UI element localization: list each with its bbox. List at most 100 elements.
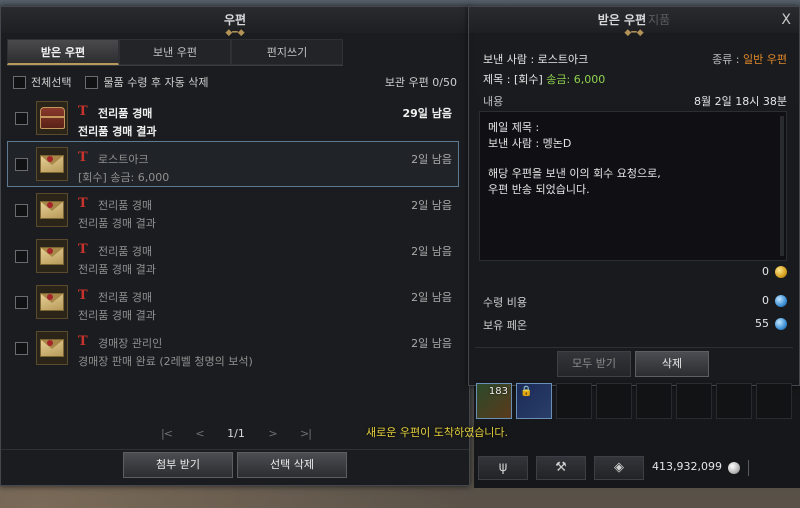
- mail-thumbnail: [36, 331, 68, 365]
- divider: [475, 347, 793, 348]
- tab-compose[interactable]: 편지쓰기: [231, 39, 343, 65]
- prev-page-button[interactable]: <: [195, 427, 204, 440]
- mail-remaining: 2일 남음: [411, 153, 452, 166]
- lostark-logo-icon: T: [78, 196, 88, 211]
- next-page-button[interactable]: >: [268, 427, 277, 440]
- pagination: |< < 1/1 > >|: [161, 425, 312, 441]
- delete-button[interactable]: 삭제: [635, 351, 709, 377]
- last-page-button[interactable]: >|: [300, 427, 312, 440]
- mail-row[interactable]: T 전리품 경매 전리품 경매 결과 29일 남음: [7, 95, 459, 141]
- detail-sender: 보낸 사람 : 로스트아크: [483, 53, 589, 66]
- chest-icon: [40, 107, 65, 129]
- mail-checkbox[interactable]: [15, 342, 28, 355]
- owned-pheon: 55: [755, 317, 769, 330]
- first-page-button[interactable]: |<: [161, 427, 173, 440]
- mail-checkbox[interactable]: [15, 112, 28, 125]
- mail-remaining: 2일 남음: [411, 337, 452, 350]
- mail-row[interactable]: T 전리품 경매 전리품 경매 결과 2일 남음: [7, 187, 459, 233]
- gold-coin-icon: [775, 266, 787, 278]
- detail-title: 받은 우편: [597, 13, 647, 27]
- select-all-checkbox[interactable]: [13, 75, 26, 89]
- seal-icon: [47, 248, 53, 254]
- received-date: 8월 2일 18시 38분: [694, 95, 787, 108]
- mail-type: 종류 : 일반 우편: [712, 51, 787, 67]
- subject-row: 제목 : [회수] 송금: 6,000: [483, 71, 787, 87]
- auto-delete-checkbox[interactable]: [85, 75, 99, 89]
- pheon-icon: [775, 318, 787, 330]
- silver-coin-icon: [728, 462, 740, 474]
- inventory-slot[interactable]: 🔒: [516, 383, 552, 419]
- inventory-slot[interactable]: [636, 383, 672, 419]
- mail-remaining: 29일 남음: [402, 107, 453, 120]
- silver-amount: 413,932,099: [652, 460, 722, 473]
- message-line: 해당 우편을 보낸 이의 회수 요청으로,: [488, 167, 661, 180]
- mail-checkbox[interactable]: [15, 250, 28, 263]
- mail-row[interactable]: T 전리품 경매 전리품 경매 결과 2일 남음: [7, 279, 459, 325]
- mail-remaining: 2일 남음: [411, 199, 452, 212]
- sender-row: 보낸 사람 : 로스트아크 종류 : 일반 우편: [483, 51, 787, 67]
- inventory-slot[interactable]: [756, 383, 792, 419]
- lock-icon: 🔒: [520, 386, 533, 397]
- inventory-slot[interactable]: [716, 383, 752, 419]
- seal-icon: [47, 294, 53, 300]
- detail-title-faded: 지품: [648, 13, 671, 27]
- receive-cost: 0: [762, 294, 769, 307]
- receive-all-button[interactable]: 모두 받기: [557, 351, 631, 377]
- divider: [1, 449, 469, 450]
- divider: [748, 460, 749, 476]
- item-count: 183: [488, 386, 508, 397]
- inventory-slot[interactable]: [556, 383, 592, 419]
- storage-count: 보관 우편 0/50: [384, 76, 457, 89]
- mail-checkbox[interactable]: [15, 296, 28, 309]
- mail-subject: 전리품 경매 결과: [78, 309, 156, 322]
- mail-thumbnail: [36, 101, 68, 135]
- message-line: 보낸 사람 : 멩논D: [488, 137, 572, 150]
- message-scrollbar[interactable]: [780, 116, 784, 256]
- type-label: 종류 :: [712, 53, 740, 66]
- mailbox-title-bar[interactable]: 우편 ◆━◆: [1, 7, 469, 38]
- lostark-logo-icon: T: [78, 150, 88, 165]
- tab-sent[interactable]: 보낸 우편: [119, 39, 231, 65]
- select-all-option[interactable]: 전체선택: [13, 74, 71, 90]
- detail-title-bar[interactable]: 받은 우편 지품 ◆━◆ X: [469, 7, 799, 38]
- new-mail-notice: 새로운 우편이 도착하였습니다.: [366, 426, 509, 439]
- mail-subject: 경매장 판매 완료 (2레벨 청명의 보석): [78, 355, 253, 368]
- detail-subject: 제목 : [회수]: [483, 73, 543, 86]
- content-row: 내용 8월 2일 18시 38분: [483, 93, 787, 109]
- attached-gold-row: 0: [483, 265, 787, 281]
- auto-delete-option[interactable]: 물품 수령 후 자동 삭제: [85, 74, 209, 90]
- lostark-logo-icon: T: [78, 242, 88, 257]
- options-row: 전체선택 물품 수령 후 자동 삭제 보관 우편 0/50: [13, 73, 457, 91]
- mail-row[interactable]: T 경매장 관리인 경매장 판매 완료 (2레벨 청명의 보석) 2일 남음: [7, 325, 459, 371]
- mail-thumbnail: [36, 285, 68, 319]
- mail-row[interactable]: T 로스트아크 [회수] 송금: 6,000 2일 남음: [7, 141, 459, 187]
- mail-checkbox[interactable]: [15, 204, 28, 217]
- mail-remaining: 2일 남음: [411, 245, 452, 258]
- ornament-icon: ◆━◆: [624, 28, 644, 38]
- inventory-slot[interactable]: [596, 383, 632, 419]
- select-all-label: 전체선택: [31, 76, 72, 89]
- close-icon[interactable]: X: [781, 7, 791, 33]
- delete-selected-button[interactable]: 선택 삭제: [237, 452, 347, 478]
- mail-row[interactable]: T 전리품 경매 전리품 경매 결과 2일 남음: [7, 233, 459, 279]
- receive-attachment-button[interactable]: 첨부 받기: [123, 452, 233, 478]
- gem-icon[interactable]: ◈: [594, 456, 644, 480]
- owned-pheon-label: 보유 페온: [483, 319, 527, 332]
- hammer-icon[interactable]: ⚒: [536, 456, 586, 480]
- detail-amount: 송금: 6,000: [546, 73, 606, 86]
- mail-subject: 전리품 경매 결과: [78, 217, 156, 230]
- mail-list: T 전리품 경매 전리품 경매 결과 29일 남음 T 로스트아크 [회수] 송…: [7, 95, 459, 371]
- mail-checkbox[interactable]: [15, 158, 28, 171]
- ornament-icon: ◆━◆: [225, 28, 245, 38]
- message-line: 메일 제목 :: [488, 121, 540, 134]
- trident-icon[interactable]: ψ: [478, 456, 528, 480]
- tab-received[interactable]: 받은 우편: [7, 39, 119, 65]
- content-label: 내용: [483, 95, 504, 108]
- inventory-slot[interactable]: 183: [476, 383, 512, 419]
- divider: [7, 65, 343, 66]
- mail-detail-window: 받은 우편 지품 ◆━◆ X 보낸 사람 : 로스트아크 종류 : 일반 우편 제…: [468, 6, 800, 386]
- mail-subject: [회수] 송금: 6,000: [78, 171, 170, 184]
- mail-sender: 전리품 경매: [98, 291, 153, 304]
- inventory-slot[interactable]: [676, 383, 712, 419]
- seal-icon: [47, 202, 53, 208]
